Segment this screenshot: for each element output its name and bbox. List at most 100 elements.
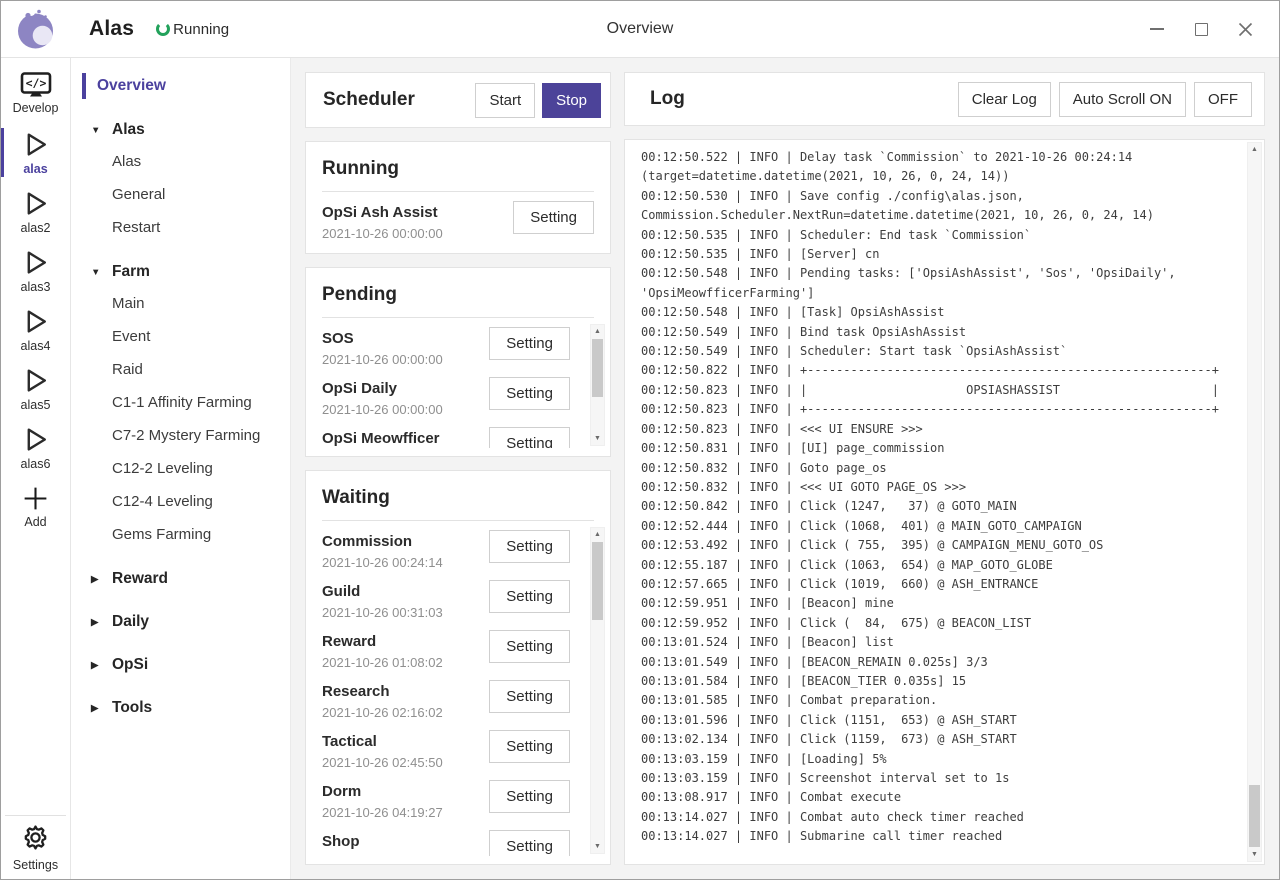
task-name: OpSi Meowfficer Farming xyxy=(322,427,489,448)
task-row: OpSi Ash Assist 2021-10-26 00:00:00 Sett… xyxy=(322,201,594,245)
caret-right-icon: ▶ xyxy=(91,660,104,671)
rail-item-develop[interactable]: </> Develop xyxy=(1,64,70,123)
log-column: Log Clear Log Auto Scroll ON OFF 00:12:5… xyxy=(624,72,1265,865)
nav-overview-label: Overview xyxy=(97,77,166,94)
task-name: OpSi Ash Assist xyxy=(322,201,443,222)
rail-settings-label: Settings xyxy=(13,858,58,872)
nav-item-c12-4-leveling[interactable]: C12-4 Leveling xyxy=(71,485,290,518)
start-button[interactable]: Start xyxy=(475,83,535,118)
scrollbar-thumb[interactable] xyxy=(592,339,603,397)
nav-group-label: Tools xyxy=(112,699,152,717)
nav-group-alas[interactable]: ▼ Alas xyxy=(71,115,290,145)
scheduler-card: Scheduler Start Stop xyxy=(305,72,611,128)
nav-group: ▼ Farm MainEventRaidC1-1 Affinity Farmin… xyxy=(71,257,290,551)
nav-item-raid[interactable]: Raid xyxy=(71,353,290,386)
caret-down-icon: ▼ xyxy=(91,267,104,278)
stop-button[interactable]: Stop xyxy=(542,83,601,118)
task-row: Shop Setting xyxy=(322,830,570,856)
nav-group-label: Reward xyxy=(112,570,168,588)
nav-item-c12-2-leveling[interactable]: C12-2 Leveling xyxy=(71,452,290,485)
nav-group-label: Alas xyxy=(112,121,145,139)
nav-item-restart[interactable]: Restart xyxy=(71,211,290,244)
task-row: OpSi Daily 2021-10-26 00:00:00 Setting xyxy=(322,377,570,427)
task-setting-button[interactable]: Setting xyxy=(489,830,570,856)
rail-item-alas[interactable]: alas xyxy=(1,123,70,182)
nav-group-tools[interactable]: ▶ Tools xyxy=(71,693,290,723)
task-name: SOS xyxy=(322,327,443,348)
waiting-scrollbar[interactable]: ▲ ▼ xyxy=(590,527,605,854)
nav-group-farm[interactable]: ▼ Farm xyxy=(71,257,290,287)
task-name: Guild xyxy=(322,580,443,601)
auto-scroll-off-button[interactable]: OFF xyxy=(1194,82,1252,117)
scrollbar-thumb[interactable] xyxy=(1249,785,1260,847)
close-button[interactable] xyxy=(1237,21,1253,37)
rail-item-alas4[interactable]: alas4 xyxy=(1,300,70,359)
running-card: Running OpSi Ash Assist 2021-10-26 00:00… xyxy=(305,141,611,254)
scheduler-title: Scheduler xyxy=(323,89,415,111)
task-name: Shop xyxy=(322,830,360,851)
nav-item-general[interactable]: General xyxy=(71,178,290,211)
caret-right-icon: ▶ xyxy=(91,574,104,585)
rail-item-label: alas xyxy=(23,162,47,176)
task-next-run: 2021-10-26 01:08:02 xyxy=(322,655,443,670)
nav-item-c1-1-affinity-farming[interactable]: C1-1 Affinity Farming xyxy=(71,386,290,419)
task-row: Guild 2021-10-26 00:31:03 Setting xyxy=(322,580,570,630)
task-setting-button[interactable]: Setting xyxy=(489,680,570,713)
pending-scrollbar[interactable]: ▲ ▼ xyxy=(590,324,605,446)
play-icon xyxy=(20,365,51,396)
task-setting-button[interactable]: Setting xyxy=(489,780,570,813)
rail-item-label: Develop xyxy=(13,101,59,115)
rail-item-alas5[interactable]: alas5 xyxy=(1,359,70,418)
task-next-run: 2021-10-26 02:45:50 xyxy=(322,755,443,770)
rail-item-label: alas2 xyxy=(21,221,51,235)
nav-group-opsi[interactable]: ▶ OpSi xyxy=(71,650,290,680)
scroll-down-icon[interactable]: ▼ xyxy=(591,840,604,853)
task-setting-button[interactable]: Setting xyxy=(489,630,570,663)
task-row: OpSi Meowfficer Farming Setting xyxy=(322,427,570,448)
task-setting-button[interactable]: Setting xyxy=(489,427,570,448)
nav-item-main[interactable]: Main xyxy=(71,287,290,320)
log-output[interactable]: 00:12:50.522 | INFO | Delay task `Commis… xyxy=(641,148,1232,847)
task-name: Tactical xyxy=(322,730,443,751)
task-setting-button[interactable]: Setting xyxy=(489,580,570,613)
task-setting-button[interactable]: Setting xyxy=(489,730,570,763)
task-next-run: 2021-10-26 02:16:02 xyxy=(322,705,443,720)
task-setting-button[interactable]: Setting xyxy=(513,201,594,234)
minimize-button[interactable] xyxy=(1149,21,1165,37)
log-scrollbar[interactable]: ▲ ▼ xyxy=(1247,142,1262,862)
task-next-run: 2021-10-26 04:19:27 xyxy=(322,805,443,820)
task-setting-button[interactable]: Setting xyxy=(489,530,570,563)
maximize-button[interactable] xyxy=(1193,21,1209,37)
nav-item-c7-2-mystery-farming[interactable]: C7-2 Mystery Farming xyxy=(71,419,290,452)
nav-item-overview[interactable]: Overview xyxy=(71,70,290,102)
rail-item-alas6[interactable]: alas6 xyxy=(1,418,70,477)
scheduler-column: Scheduler Start Stop Running OpSi Ash As… xyxy=(305,72,611,865)
nav-group-daily[interactable]: ▶ Daily xyxy=(71,607,290,637)
nav-group: ▶ Tools xyxy=(71,693,290,723)
rail-item-alas2[interactable]: alas2 xyxy=(1,182,70,241)
close-icon xyxy=(1238,22,1253,37)
task-row: Dorm 2021-10-26 04:19:27 Setting xyxy=(322,780,570,830)
task-setting-button[interactable]: Setting xyxy=(489,377,570,410)
scroll-up-icon[interactable]: ▲ xyxy=(591,528,604,541)
task-nav: Overview ▼ Alas AlasGeneralRestart ▼ Far… xyxy=(71,58,291,879)
task-next-run: 2021-10-26 00:00:00 xyxy=(322,402,443,417)
rail-item-add[interactable]: Add xyxy=(1,477,70,536)
scroll-up-icon[interactable]: ▲ xyxy=(591,325,604,338)
pending-card: Pending SOS 2021-10-26 00:00:00 Setting … xyxy=(305,267,611,457)
rail-item-alas3[interactable]: alas3 xyxy=(1,241,70,300)
auto-scroll-on-button[interactable]: Auto Scroll ON xyxy=(1059,82,1186,117)
nav-item-alas[interactable]: Alas xyxy=(71,145,290,178)
rail-item-settings[interactable]: Settings xyxy=(5,815,66,879)
gear-icon xyxy=(21,823,50,857)
nav-item-event[interactable]: Event xyxy=(71,320,290,353)
nav-item-gems-farming[interactable]: Gems Farming xyxy=(71,518,290,551)
scroll-up-icon[interactable]: ▲ xyxy=(1248,143,1261,156)
nav-group-reward[interactable]: ▶ Reward xyxy=(71,564,290,594)
log-body-card: 00:12:50.522 | INFO | Delay task `Commis… xyxy=(624,139,1265,865)
scroll-down-icon[interactable]: ▼ xyxy=(591,432,604,445)
scrollbar-thumb[interactable] xyxy=(592,542,603,620)
task-setting-button[interactable]: Setting xyxy=(489,327,570,360)
scroll-down-icon[interactable]: ▼ xyxy=(1248,848,1261,861)
clear-log-button[interactable]: Clear Log xyxy=(958,82,1051,117)
